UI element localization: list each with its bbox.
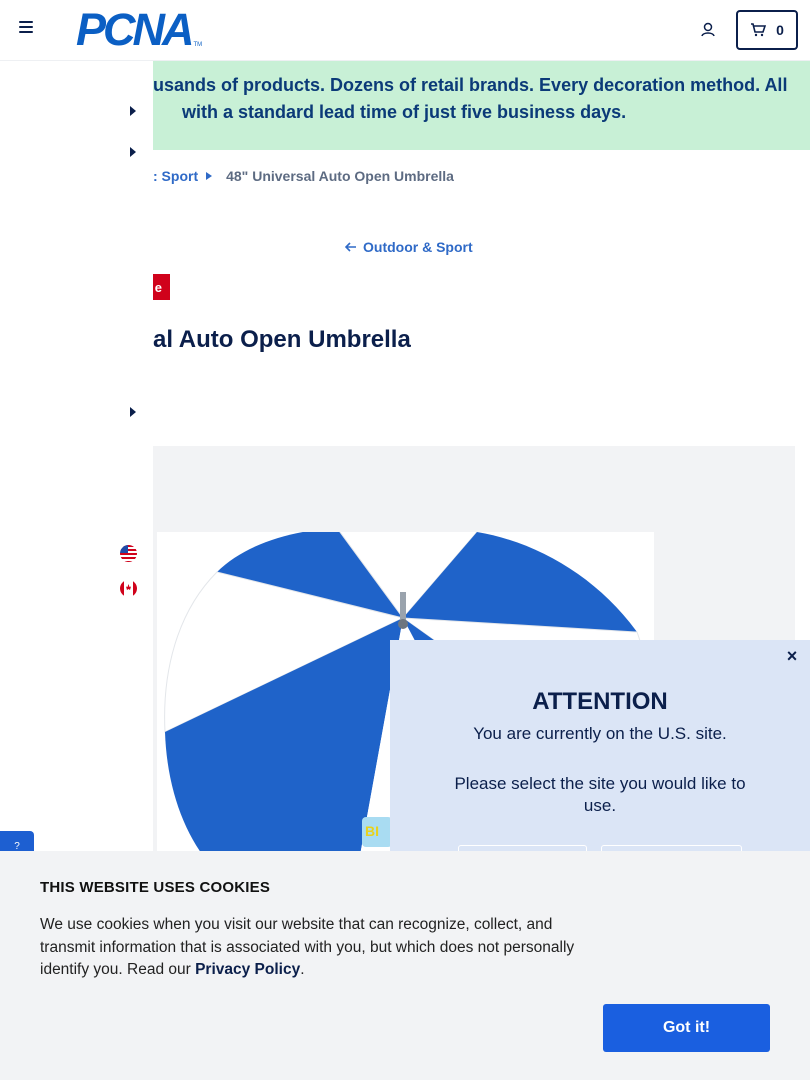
site-header: PCNA TM 0: [0, 0, 810, 61]
nav-drawer: [0, 61, 153, 851]
cookie-body: We use cookies when you visit our websit…: [40, 916, 575, 978]
close-icon[interactable]: ×: [784, 647, 800, 665]
accept-cookies-button[interactable]: Got it!: [603, 1004, 770, 1052]
banner-line-1: usands of products. Dozens of retail bra…: [153, 75, 788, 95]
back-to-category-link[interactable]: Outdoor & Sport: [345, 239, 473, 255]
region-select-modal: × ATTENTION You are currently on the U.S…: [390, 640, 810, 885]
cookie-text: We use cookies when you visit our websit…: [40, 914, 600, 982]
breadcrumb-current: 48" Universal Auto Open Umbrella: [226, 168, 454, 184]
us-flag-icon[interactable]: [120, 545, 137, 562]
modal-question: Please select the site you would like to…: [454, 774, 746, 815]
account-icon[interactable]: [698, 20, 718, 40]
feedback-tab-icon: ?: [14, 840, 20, 852]
breadcrumb-caret-icon: [206, 172, 213, 180]
modal-title: ATTENTION: [532, 688, 668, 715]
cart-count: 0: [776, 22, 784, 38]
product-title: al Auto Open Umbrella: [153, 326, 411, 353]
logo-trademark: TM: [193, 42, 203, 48]
svg-text:BI: BI: [365, 823, 379, 839]
banner-line-2: with a standard lead time of just five b…: [182, 102, 627, 122]
modal-subtitle: You are currently on the U.S. site.: [473, 724, 727, 743]
arrow-left-icon: [345, 242, 356, 252]
cookie-title: THIS WEBSITE USES COOKIES: [40, 879, 271, 896]
back-link-label: Outdoor & Sport: [363, 239, 473, 255]
canada-flag-icon[interactable]: [120, 580, 137, 597]
breadcrumb: : Sport 48" Universal Auto Open Umbrella: [153, 168, 454, 184]
cart-button[interactable]: 0: [736, 10, 798, 50]
privacy-policy-link[interactable]: Privacy Policy: [195, 961, 300, 978]
caret-right-icon[interactable]: [129, 147, 137, 157]
caret-right-icon[interactable]: [129, 106, 137, 116]
pcna-logo[interactable]: PCNA TM: [76, 4, 203, 55]
cookie-period: .: [300, 961, 305, 978]
logo-text: PCNA: [76, 4, 195, 55]
breadcrumb-parent-link[interactable]: : Sport: [153, 168, 198, 184]
promo-banner: usands of products. Dozens of retail bra…: [153, 61, 810, 150]
caret-right-icon[interactable]: [129, 407, 137, 417]
cookie-banner: THIS WEBSITE USES COOKIES We use cookies…: [0, 851, 810, 1080]
menu-icon[interactable]: [19, 21, 37, 39]
cart-icon: [751, 23, 767, 37]
